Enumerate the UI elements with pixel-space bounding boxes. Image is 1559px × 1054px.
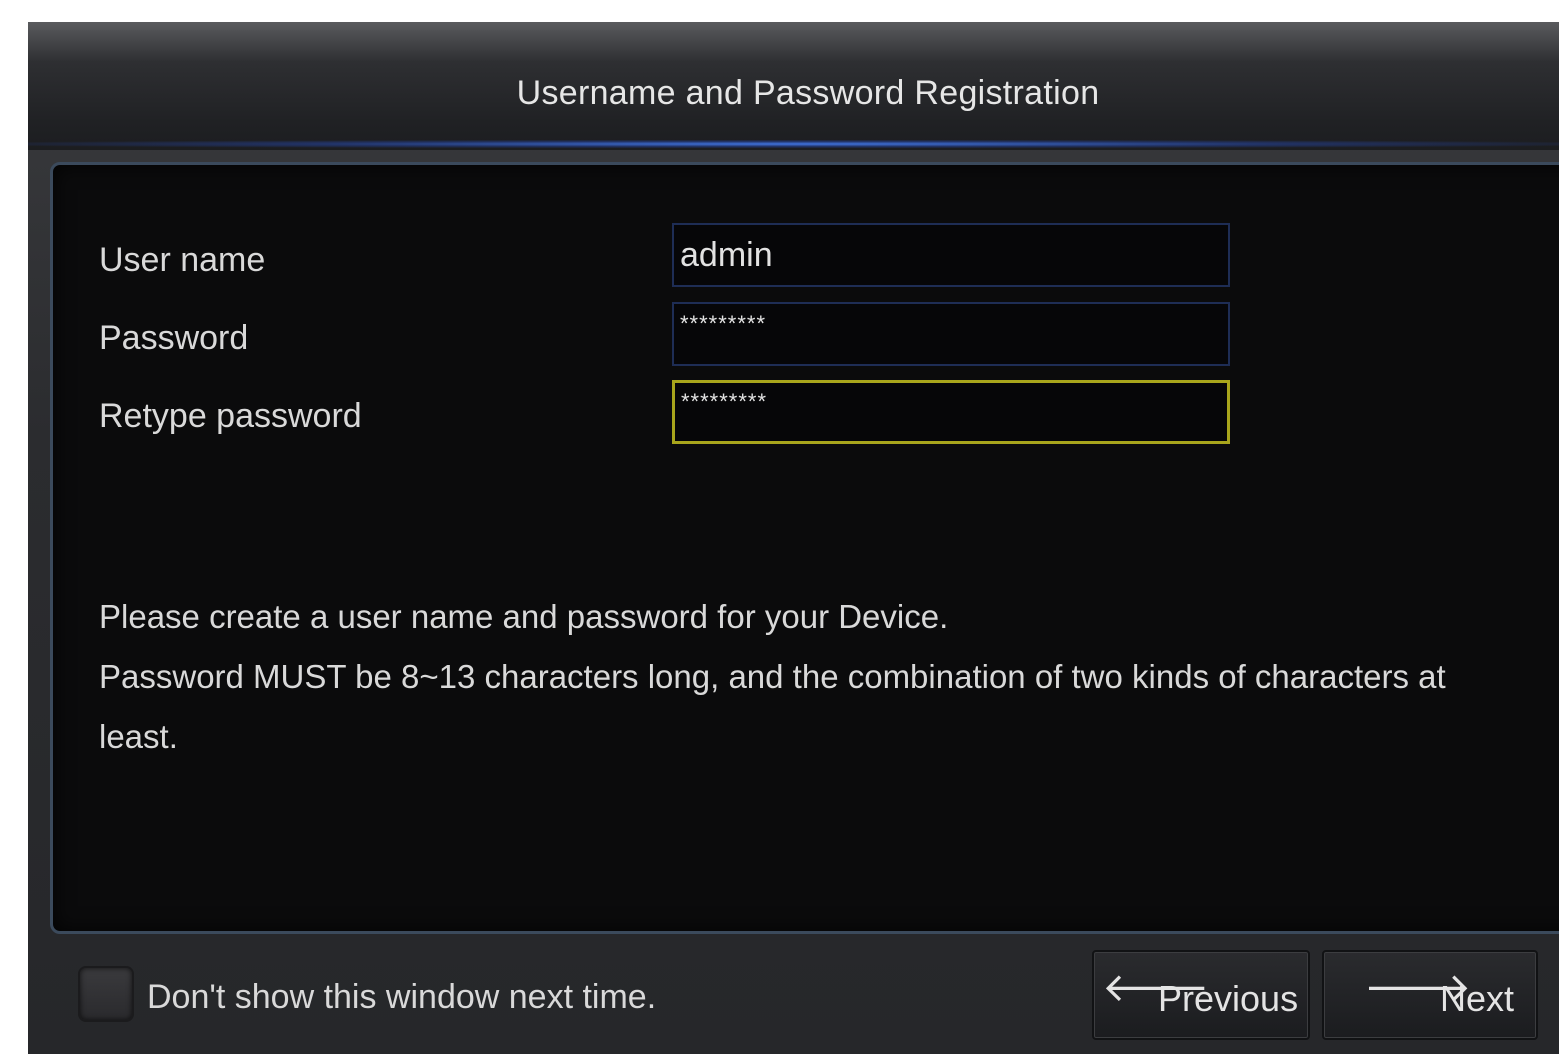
registration-window: Username and Password Registration User … (28, 22, 1559, 1054)
dont-show-checkbox[interactable] (78, 966, 134, 1022)
title-bar: Username and Password Registration (28, 22, 1559, 150)
window-title: Username and Password Registration (516, 74, 1100, 112)
password-field[interactable]: ********* (672, 302, 1230, 366)
dont-show-label: Don't show this window next time. (147, 978, 657, 1016)
previous-button[interactable]: 🡐 Previous (1092, 950, 1310, 1040)
previous-button-label: Previous (1158, 978, 1299, 1019)
username-label: User name (99, 241, 266, 279)
password-label: Password (99, 319, 249, 357)
instructions-line-2: Password MUST be 8~13 characters long, a… (99, 658, 1446, 755)
retype-password-label: Retype password (99, 397, 362, 435)
title-bar-glow (28, 140, 1559, 148)
next-button[interactable]: 🡒 Next (1322, 950, 1538, 1040)
instructions-line-1: Please create a user name and password f… (99, 598, 949, 635)
username-field[interactable]: admin (672, 223, 1230, 287)
instructions-text: Please create a user name and password f… (99, 587, 1479, 767)
form-panel: User name admin Password ********* Retyp… (50, 162, 1559, 934)
next-button-label: Next (1440, 978, 1515, 1019)
retype-password-field[interactable]: ********* (672, 380, 1230, 444)
